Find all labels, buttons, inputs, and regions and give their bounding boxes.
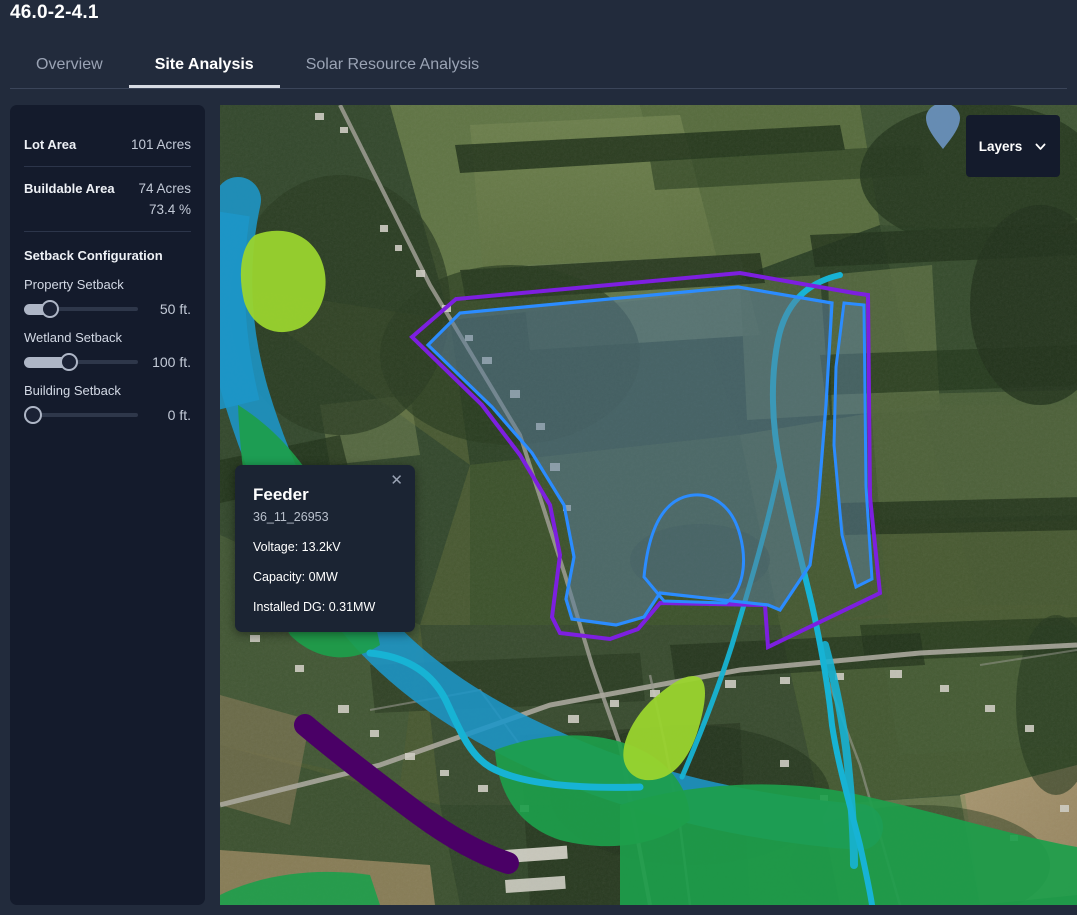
- property-setback-value: 50 ft.: [159, 300, 191, 317]
- tab-bar: Overview Site Analysis Solar Resource An…: [10, 44, 1067, 89]
- site-metrics-sidebar: Lot Area 101 Acres Buildable Area 74 Acr…: [10, 105, 205, 905]
- slider-block-property-setback: Property Setback 50 ft.: [24, 271, 191, 324]
- site-map[interactable]: Layers ✕ Feeder 36_11_26953 Voltage: 13.…: [220, 105, 1077, 905]
- layers-button-label: Layers: [978, 138, 1023, 154]
- property-setback-label: Property Setback: [24, 276, 124, 292]
- building-setback-label: Building Setback: [24, 382, 121, 398]
- metric-lot-area-value: 101 Acres: [130, 137, 191, 152]
- metric-lot-area-values: 101 Acres: [131, 135, 191, 156]
- tab-solar-resource-analysis[interactable]: Solar Resource Analysis: [280, 44, 505, 88]
- building-setback-value: 0 ft.: [167, 406, 191, 423]
- feeder-popup-capacity: Capacity: 0MW: [253, 570, 338, 584]
- slider-knob[interactable]: [41, 299, 60, 318]
- property-setback-slider[interactable]: [24, 299, 138, 318]
- metric-lot-area-label: Lot Area: [24, 137, 77, 152]
- wetland-setback-label: Wetland Setback: [24, 329, 123, 345]
- metric-buildable-area: Buildable Area 74 Acres 73.4 %: [24, 165, 191, 231]
- wetland-setback-value: 100 ft.: [152, 353, 191, 370]
- tab-site-analysis[interactable]: Site Analysis: [128, 44, 280, 88]
- feeder-popup-installed-dg: Installed DG: 0.31MW: [253, 600, 376, 614]
- property-setback-row: 50 ft.: [24, 299, 191, 318]
- feeder-popup-id: 36_11_26953: [253, 510, 329, 524]
- metric-buildable-area-acres: 74 Acres: [138, 180, 191, 196]
- slider-knob[interactable]: [60, 352, 79, 371]
- slider-block-wetland-setback: Wetland Setback 100 ft.: [24, 324, 191, 377]
- layers-button[interactable]: Layers: [966, 115, 1060, 177]
- building-setback-row: 0 ft.: [24, 405, 191, 424]
- feeder-popup-title: Feeder: [253, 485, 309, 504]
- metric-lot-area: Lot Area 101 Acres: [24, 123, 191, 166]
- metric-buildable-area-values: 74 Acres 73.4 %: [138, 179, 191, 221]
- page-title: 46.0-2-4.1: [10, 2, 99, 23]
- setback-configuration-title: Setback Configuration: [24, 247, 163, 263]
- metric-buildable-area-label: Buildable Area: [24, 180, 115, 196]
- chevron-down-icon: [1035, 143, 1046, 150]
- site-analysis-page: 46.0-2-4.1 Overview Site Analysis Solar …: [0, 0, 1077, 915]
- close-icon[interactable]: ✕: [387, 470, 406, 491]
- slider-block-building-setback: Building Setback 0 ft.: [24, 377, 191, 430]
- wetland-setback-row: 100 ft.: [24, 352, 191, 371]
- feeder-popup[interactable]: ✕ Feeder 36_11_26953 Voltage: 13.2kV Cap…: [235, 465, 415, 632]
- tab-overview[interactable]: Overview: [10, 44, 129, 88]
- slider-knob[interactable]: [24, 405, 42, 424]
- wetland-setback-slider[interactable]: [24, 352, 138, 371]
- building-setback-slider[interactable]: [24, 405, 138, 424]
- metric-buildable-area-percent: 73.4 %: [148, 201, 191, 217]
- feeder-popup-voltage: Voltage: 13.2kV: [253, 540, 341, 554]
